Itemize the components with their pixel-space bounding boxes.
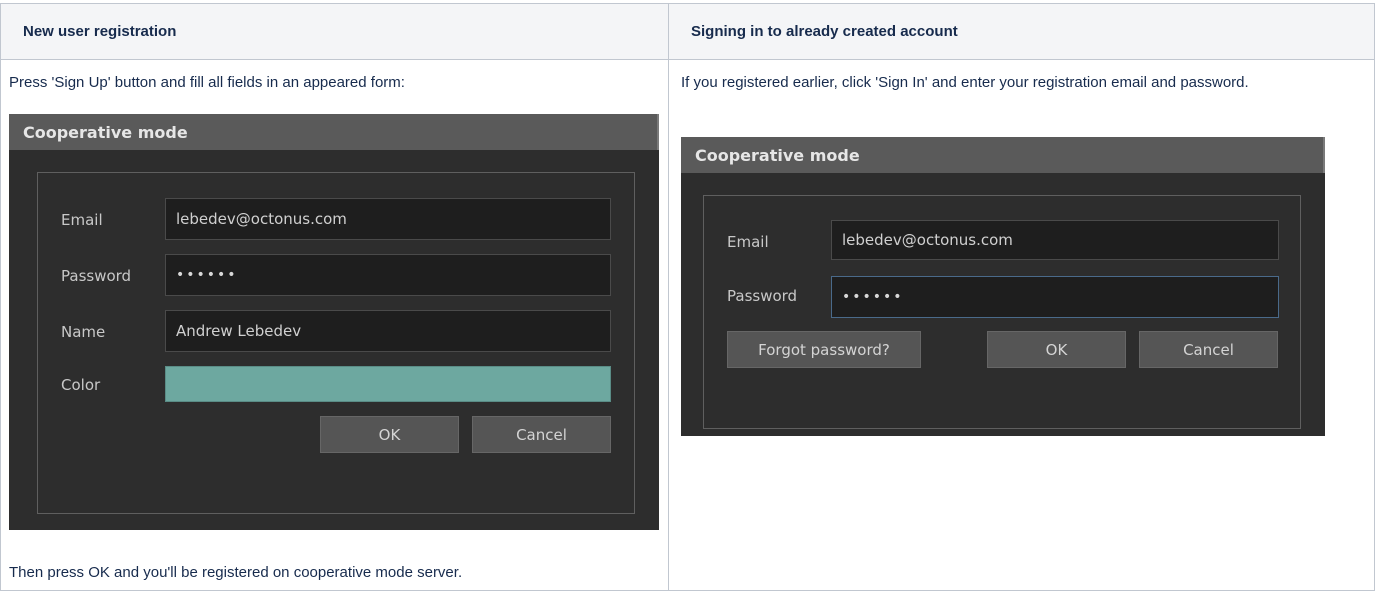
table-border-left: [0, 3, 1, 591]
color-picker[interactable]: [165, 366, 611, 402]
password-label: Password: [61, 267, 132, 285]
signup-instructions: Press 'Sign Up' button and fill all fiel…: [9, 74, 405, 91]
signin-password-label: Password: [727, 287, 798, 305]
signin-email-label: Email: [727, 233, 769, 251]
signup-dialog-title: Cooperative mode: [9, 114, 659, 150]
signin-dialog-title: Cooperative mode: [681, 137, 1325, 173]
signup-dialog-title-edge: [657, 114, 659, 150]
password-field[interactable]: ••••••: [165, 254, 611, 296]
cancel-button[interactable]: Cancel: [472, 416, 611, 453]
table-border-top: [0, 3, 1375, 4]
table-header-row: [1, 4, 1374, 59]
email-field[interactable]: lebedev@octonus.com: [165, 198, 611, 240]
table-header-divider: [0, 59, 1375, 60]
signin-email-field[interactable]: lebedev@octonus.com: [831, 220, 1279, 260]
signup-dialog: Cooperative mode Email lebedev@octonus.c…: [9, 114, 659, 530]
signin-cancel-button[interactable]: Cancel: [1139, 331, 1278, 368]
instructions-table: New user registration Signing in to alre…: [0, 0, 1375, 591]
header-new-user-registration: New user registration: [23, 23, 177, 40]
email-label: Email: [61, 211, 103, 229]
color-label: Color: [61, 376, 101, 394]
signin-dialog-title-edge: [1323, 137, 1325, 173]
name-label: Name: [61, 323, 106, 341]
table-column-divider: [668, 3, 669, 591]
forgot-password-button[interactable]: Forgot password?: [727, 331, 921, 368]
signin-password-field[interactable]: ••••••: [831, 276, 1279, 318]
signin-ok-button[interactable]: OK: [987, 331, 1126, 368]
name-field[interactable]: Andrew Lebedev: [165, 310, 611, 352]
signup-outro: Then press OK and you'll be registered o…: [9, 564, 463, 581]
header-signing-in: Signing in to already created account: [691, 23, 958, 40]
signin-instructions: If you registered earlier, click 'Sign I…: [681, 74, 1249, 91]
signin-dialog: Cooperative mode Email lebedev@octonus.c…: [681, 137, 1325, 436]
ok-button[interactable]: OK: [320, 416, 459, 453]
